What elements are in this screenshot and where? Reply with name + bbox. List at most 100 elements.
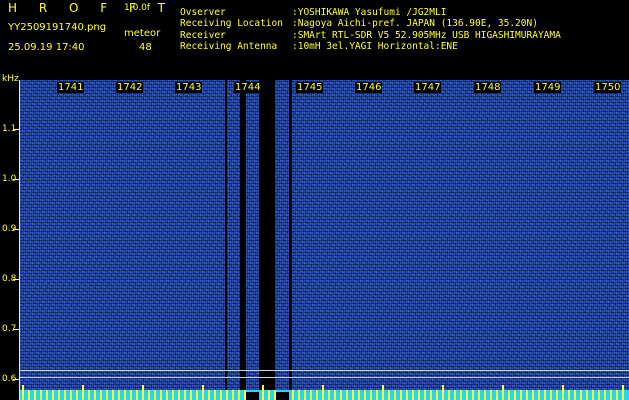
time-tick: [148, 390, 150, 400]
time-tick: [268, 390, 270, 400]
y-axis-unit: kHz: [2, 74, 19, 84]
time-tick: [334, 390, 336, 400]
time-tick: [550, 390, 552, 400]
time-tick: [94, 390, 96, 400]
time-tick: [412, 390, 414, 400]
time-tick: [460, 390, 462, 400]
time-tick: [394, 390, 396, 400]
minute-label: 1750: [594, 82, 622, 93]
meteor-count: 48: [139, 42, 152, 53]
time-tick: [52, 390, 54, 400]
antenna-value: :10mH 3el.YAGI Horizontal:ENE: [292, 41, 458, 52]
data-gap: [275, 392, 289, 400]
time-tick: [220, 390, 222, 400]
time-tick: [364, 390, 366, 400]
time-tick: [184, 390, 186, 400]
time-tick: [352, 390, 354, 400]
time-tick: [106, 390, 108, 400]
time-tick: [316, 390, 318, 400]
time-tick: [604, 390, 606, 400]
time-tick: [358, 390, 360, 400]
time-tick: [154, 390, 156, 400]
time-tick: [418, 390, 420, 400]
time-tick: [322, 385, 324, 400]
time-tick: [430, 390, 432, 400]
time-tick: [526, 390, 528, 400]
data-gap: [289, 80, 292, 400]
y-tick: [13, 129, 19, 130]
data-gap: [240, 80, 246, 400]
time-tick: [568, 390, 570, 400]
time-tick: [160, 390, 162, 400]
y-axis: [19, 80, 20, 400]
file-name: YY2509191740.png: [8, 22, 107, 33]
time-tick: [28, 390, 30, 400]
time-tick: [226, 390, 228, 400]
time-tick: [574, 390, 576, 400]
spectrogram: [20, 80, 629, 400]
time-tick: [478, 390, 480, 400]
time-tick: [592, 390, 594, 400]
minute-label: 1746: [355, 82, 383, 93]
time-tick: [502, 385, 504, 400]
y-tick: [13, 279, 19, 280]
time-tick: [388, 390, 390, 400]
time-tick: [22, 385, 24, 400]
y-tick: [13, 329, 19, 330]
time-tick: [70, 390, 72, 400]
time-tick: [328, 390, 330, 400]
data-gap: [246, 392, 259, 400]
observer-value: :YOSHIKAWA Yasufumi /JG2MLI: [292, 7, 447, 18]
time-tick: [304, 390, 306, 400]
minute-label: 1742: [116, 82, 144, 93]
reference-line: [20, 377, 629, 378]
time-tick: [622, 385, 624, 400]
time-tick: [610, 390, 612, 400]
time-tick: [472, 390, 474, 400]
time-tick: [64, 390, 66, 400]
y-tick: [13, 229, 19, 230]
data-gap: [259, 80, 275, 400]
app-version: 1.0.0f: [124, 3, 151, 13]
time-tick: [172, 390, 174, 400]
time-tick: [34, 390, 36, 400]
time-tick: [262, 385, 264, 400]
time-tick: [454, 390, 456, 400]
minute-label: 1741: [57, 82, 85, 93]
time-tick: [340, 390, 342, 400]
time-tick: [244, 390, 246, 400]
time-tick: [238, 390, 240, 400]
time-tick: [178, 390, 180, 400]
time-tick: [466, 390, 468, 400]
time-tick: [544, 390, 546, 400]
hrofft-screen: { "app": { "brand": "H R O F F T", "vers…: [0, 0, 629, 400]
time-tick: [46, 390, 48, 400]
minute-label: 1745: [296, 82, 324, 93]
time-tick: [298, 390, 300, 400]
time-tick: [196, 390, 198, 400]
time-tick: [130, 390, 132, 400]
time-tick: [598, 390, 600, 400]
y-tick: [13, 379, 19, 380]
time-tick: [586, 390, 588, 400]
time-tick: [292, 390, 294, 400]
time-tick: [532, 390, 534, 400]
dark-column: [225, 80, 227, 400]
time-tick: [112, 390, 114, 400]
time-tick: [88, 390, 90, 400]
time-tick: [496, 390, 498, 400]
observer-label: Ovserver: [180, 7, 226, 18]
minute-label: 1747: [414, 82, 442, 93]
time-tick: [190, 390, 192, 400]
time-tick: [448, 390, 450, 400]
time-tick: [232, 390, 234, 400]
time-tick: [616, 390, 618, 400]
time-tick: [274, 390, 276, 400]
time-tick: [76, 390, 78, 400]
time-tick: [484, 390, 486, 400]
time-tick: [436, 390, 438, 400]
y-tick: [13, 179, 19, 180]
time-tick: [400, 390, 402, 400]
minute-label: 1749: [534, 82, 562, 93]
time-tick: [166, 390, 168, 400]
